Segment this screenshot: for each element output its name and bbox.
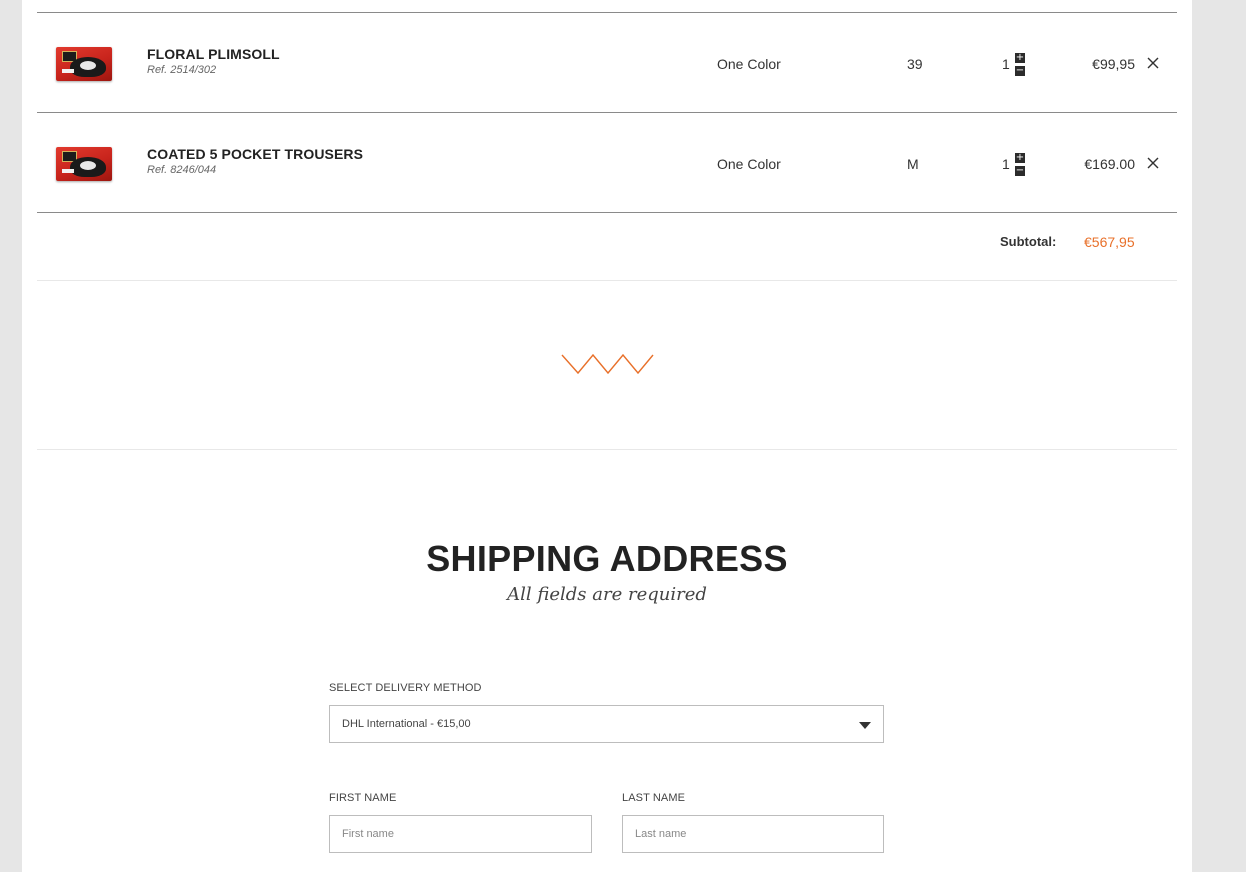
product-size: 39 bbox=[907, 56, 923, 72]
cart-item-row: FLORAL PLIMSOLL Ref. 2514/302 One Color … bbox=[37, 13, 1177, 112]
cart-item-row: COATED 5 POCKET TROUSERS Ref. 8246/044 O… bbox=[37, 113, 1177, 212]
quantity-decrease-button[interactable]: − bbox=[1015, 166, 1025, 176]
section-divider bbox=[37, 449, 1177, 450]
product-quantity: 1 bbox=[1002, 56, 1010, 72]
subtotal-value: €567,95 bbox=[1084, 234, 1135, 250]
quantity-increase-button[interactable]: + bbox=[1015, 53, 1025, 63]
last-name-label: LAST NAME bbox=[622, 792, 686, 804]
delivery-method-label: SELECT DELIVERY METHOD bbox=[329, 682, 482, 694]
product-thumbnail-icon[interactable] bbox=[56, 147, 112, 181]
last-name-field[interactable] bbox=[622, 815, 884, 853]
chevron-down-icon bbox=[859, 722, 871, 729]
product-name[interactable]: COATED 5 POCKET TROUSERS bbox=[147, 146, 363, 162]
shipping-address-title: SHIPPING ADDRESS bbox=[426, 538, 788, 579]
subtotal-label: Subtotal: bbox=[1000, 234, 1057, 249]
product-thumbnail-icon[interactable] bbox=[56, 47, 112, 81]
product-name[interactable]: FLORAL PLIMSOLL bbox=[147, 46, 280, 62]
cart-bottom-divider bbox=[37, 212, 1177, 213]
first-name-field[interactable] bbox=[329, 815, 592, 853]
section-divider bbox=[37, 280, 1177, 281]
product-ref: Ref. 2514/302 bbox=[147, 64, 217, 76]
zigzag-divider-icon bbox=[561, 353, 654, 375]
product-price: €169.00 bbox=[1084, 156, 1135, 172]
remove-item-close-icon[interactable] bbox=[1146, 56, 1160, 70]
shipping-address-subtitle: All fields are required bbox=[507, 584, 707, 605]
remove-item-close-icon[interactable] bbox=[1146, 156, 1160, 170]
product-color: One Color bbox=[717, 56, 781, 72]
delivery-method-value: DHL International - €15,00 bbox=[342, 718, 471, 730]
checkout-page: FLORAL PLIMSOLL Ref. 2514/302 One Color … bbox=[22, 0, 1192, 872]
product-ref: Ref. 8246/044 bbox=[147, 164, 217, 176]
product-size: M bbox=[907, 156, 919, 172]
product-color: One Color bbox=[717, 156, 781, 172]
delivery-method-select[interactable]: DHL International - €15,00 bbox=[329, 705, 884, 743]
product-quantity: 1 bbox=[1002, 156, 1010, 172]
quantity-decrease-button[interactable]: − bbox=[1015, 66, 1025, 76]
quantity-increase-button[interactable]: + bbox=[1015, 153, 1025, 163]
first-name-label: FIRST NAME bbox=[329, 792, 397, 804]
product-price: €99,95 bbox=[1092, 56, 1135, 72]
